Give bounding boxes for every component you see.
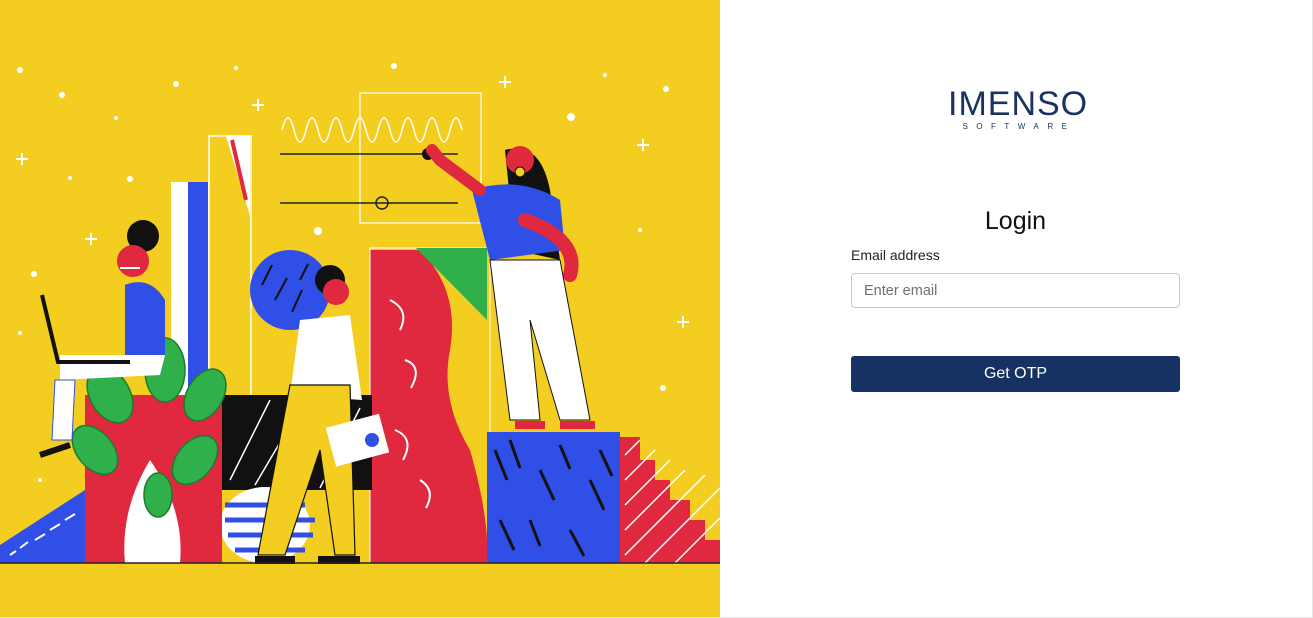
team-collaboration-illustration xyxy=(0,63,720,564)
logo-wordmark: IMENSO xyxy=(948,85,1089,123)
imenso-logo: IMENSO SOFTWARE xyxy=(948,85,1089,134)
get-otp-button[interactable]: Get OTP xyxy=(851,356,1180,392)
page-title: Login xyxy=(984,207,1047,235)
logo-tagline: SOFTWARE xyxy=(962,122,1076,131)
blue-circle xyxy=(250,250,330,330)
email-field[interactable] xyxy=(851,273,1180,308)
waveform-panel xyxy=(280,92,482,224)
sparkle-crosses xyxy=(16,76,689,328)
email-label: Email address xyxy=(851,247,940,263)
hero-illustration xyxy=(0,0,720,618)
login-panel: IMENSO SOFTWARE Login Email address Get … xyxy=(720,0,1313,618)
